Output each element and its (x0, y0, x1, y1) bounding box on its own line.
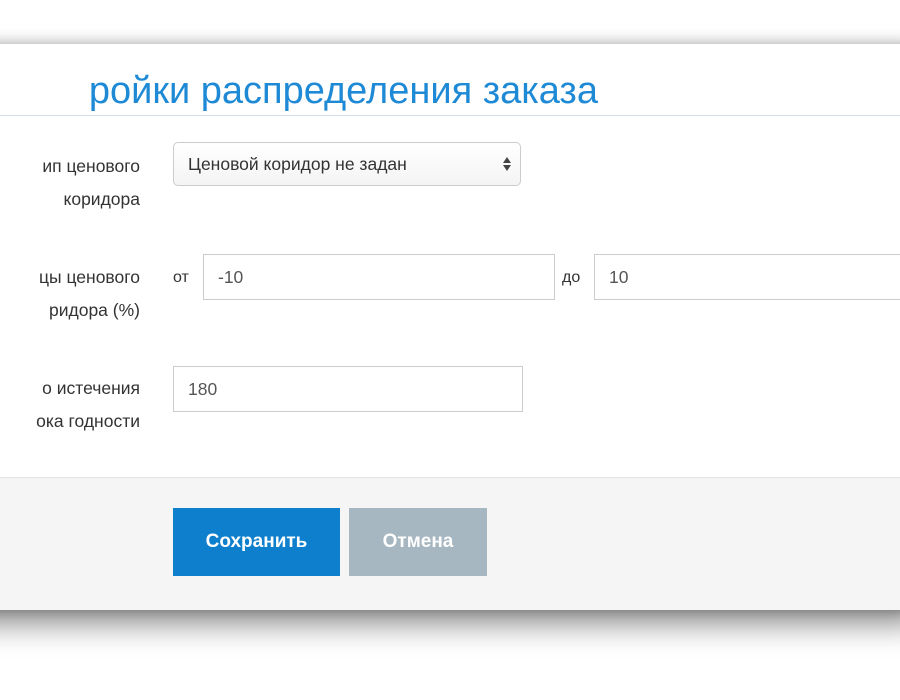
expiry-label-line1: о истечения (42, 378, 140, 398)
title-divider (0, 115, 900, 116)
price-corridor-bounds-label: цы ценового ридора (%) (0, 261, 140, 327)
corridor-to-input[interactable]: 10 (594, 254, 900, 300)
corridor-to-value: 10 (609, 267, 629, 287)
price-corridor-type-label-line2: коридора (63, 189, 140, 209)
to-label: до (562, 269, 581, 286)
save-button[interactable]: Сохранить (173, 508, 340, 576)
cancel-button[interactable]: Отмена (349, 508, 487, 576)
dialog-title-text: ройки распределения заказа (88, 70, 598, 112)
price-corridor-type-selected-value: Ценовой коридор не задан (188, 154, 407, 174)
select-updown-arrows-icon (502, 155, 512, 173)
order-distribution-settings-dialog: ройки распределения заказа ип ценового к… (0, 44, 900, 610)
expiry-label: о истечения ока годности (0, 372, 140, 438)
price-corridor-bounds-label-line1: цы ценового (39, 267, 140, 287)
corridor-from-value: -10 (218, 267, 244, 287)
expiry-value: 180 (188, 379, 218, 399)
price-corridor-type-select[interactable]: Ценовой коридор не задан (173, 142, 521, 186)
price-corridor-type-label: ип ценового коридора (0, 150, 140, 216)
price-corridor-type-label-line1: ип ценового (42, 156, 140, 176)
expiry-label-line2: ока годности (36, 411, 140, 431)
price-corridor-bounds-label-line2: ридора (%) (49, 300, 140, 320)
expiry-input[interactable]: 180 (173, 366, 523, 412)
dialog-title: ройки распределения заказа (0, 66, 900, 116)
from-label: от (173, 269, 189, 286)
corridor-from-input[interactable]: -10 (203, 254, 555, 300)
